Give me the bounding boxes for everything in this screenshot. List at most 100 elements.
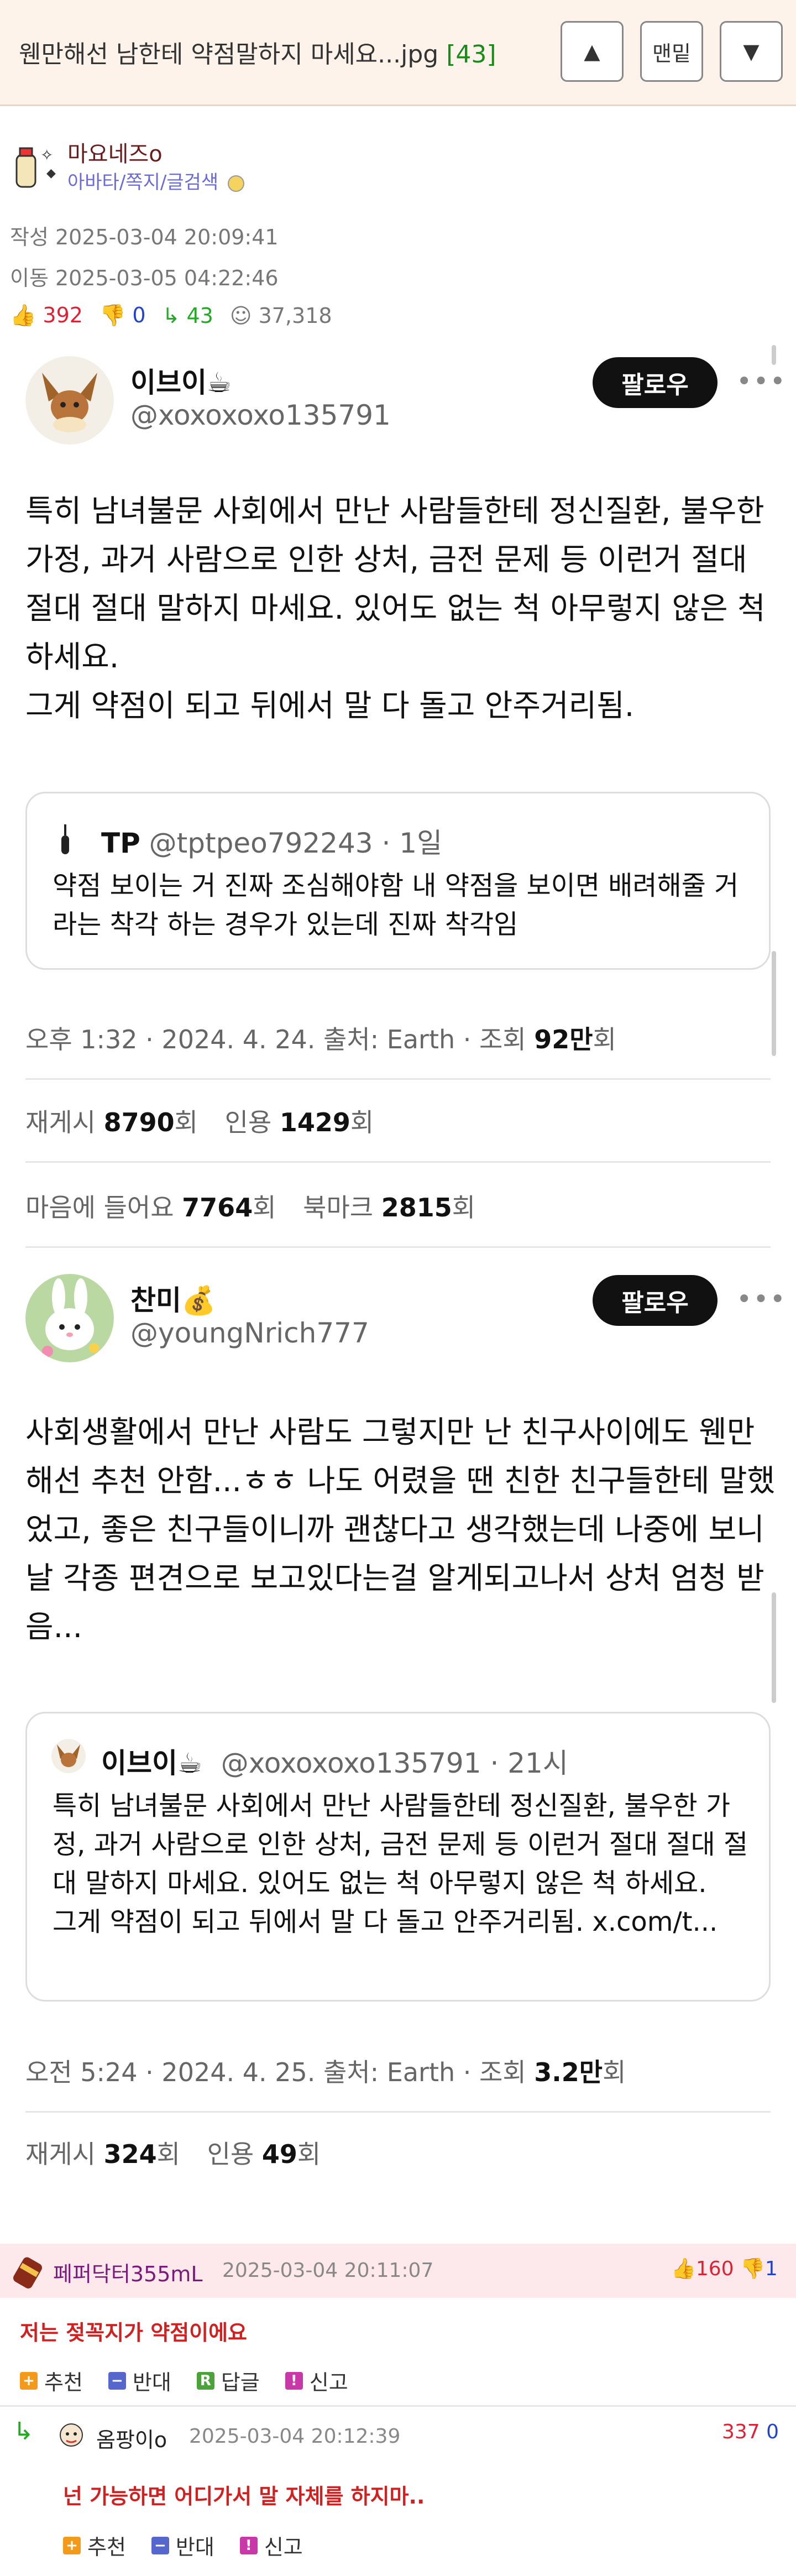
comment-down-count: 1 xyxy=(764,2258,778,2280)
divider xyxy=(25,2111,771,2113)
tweet1-body: 특히 남녀불문 사회에서 만난 사람들한테 정신질환, 불우한 가정, 과거 사… xyxy=(25,487,777,730)
tweet1-likes[interactable]: 마음에 들어요 7764회 북마크 2815회 xyxy=(25,1188,475,1224)
tweet1-meta-text: 오후 1:32 · 2024. 4. 24. 출처: Earth · 조회 xyxy=(25,1025,535,1054)
report-label: 신고 xyxy=(309,2370,348,2395)
quote-header: TP @tptpeo792243 · 1일 xyxy=(101,821,442,861)
tweet2-name[interactable]: 찬미💰 xyxy=(130,1278,216,1318)
top-bar: 웬만해선 남한테 약점말하지 마세요...jpg [43] ▲ 맨밑 ▼ xyxy=(0,0,796,106)
quote-label: 인용 xyxy=(207,2139,262,2169)
unit: 회 xyxy=(156,2139,180,2169)
oppose-button[interactable]: − 반대 xyxy=(108,2365,171,2396)
downvote-count: 0 xyxy=(132,303,146,327)
recommend-button[interactable]: + 추천 xyxy=(20,2365,83,2396)
retweet-label: 재게시 xyxy=(25,1107,104,1137)
tweet2-follow-button[interactable]: 팔로우 xyxy=(593,1275,718,1326)
comment-votes: 👍160 👎1 xyxy=(671,2257,778,2280)
svg-text:✧: ✧ xyxy=(40,146,53,164)
reply-count: 43 xyxy=(186,303,213,328)
scrollbar-lower[interactable] xyxy=(772,951,776,1056)
view-icon: ☺ xyxy=(229,303,252,328)
thumbs-up-icon: 👍 xyxy=(671,2258,696,2280)
scrollbar[interactable] xyxy=(772,345,776,365)
tweet1-views-unit: 회 xyxy=(593,1025,616,1054)
comment-down-count: 0 xyxy=(766,2421,779,2443)
tweet1-body-text: 특히 남녀불문 사회에서 만난 사람들한테 정신질환, 불우한 가정, 과거 사… xyxy=(25,493,766,723)
thumbs-down-icon: 👎 xyxy=(740,2258,765,2280)
tweet1-follow-button[interactable]: 팔로우 xyxy=(593,357,718,408)
more-options-icon[interactable]: ••• xyxy=(736,366,787,397)
tweet1-avatar[interactable] xyxy=(25,356,114,445)
minus-icon: − xyxy=(151,2536,169,2554)
view-count: 37,318 xyxy=(258,303,332,328)
upvote-stat: 👍 392 xyxy=(10,303,83,328)
comment-up-count: 160 xyxy=(695,2258,734,2280)
tweet1-handle[interactable]: @xoxoxoxo135791 xyxy=(130,399,391,431)
retweet-count: 8790 xyxy=(103,1107,175,1137)
report-button[interactable]: ! 신고 xyxy=(239,2530,303,2561)
quote-body: 약점 보이는 거 진짜 조심해야함 내 약점을 보이면 배려해줄 거라는 착각 … xyxy=(53,870,739,940)
post-title-text: 웬만해선 남한테 약점말하지 마세요...jpg xyxy=(19,40,439,69)
badge-icon xyxy=(227,175,244,192)
comment-author[interactable]: 페퍼닥터355mL xyxy=(53,2257,203,2287)
tweet2-avatar[interactable] xyxy=(25,1274,114,1362)
quote-name: TP xyxy=(101,827,140,859)
quote-handle: @xoxoxoxo135791 · 21시 xyxy=(221,1747,568,1779)
tweet2-body-text: 사회생활에서 만난 사람도 그렇지만 난 친구사이에도 웬만해선 추천 안함..… xyxy=(25,1414,776,1644)
tweet2-views-unit: 회 xyxy=(603,2057,626,2087)
tweet1-views: 92만 xyxy=(534,1025,593,1054)
divider xyxy=(25,1078,771,1080)
go-bottom-button[interactable]: 맨밑 xyxy=(640,21,703,82)
comment-count[interactable]: [43] xyxy=(446,40,496,69)
quote-count: 1429 xyxy=(279,1107,350,1137)
downvote-stat: 👎 0 xyxy=(100,303,146,328)
post-stats: 👍 392 👎 0 ↳ 43 ☺ 37,318 xyxy=(10,303,332,328)
comment-date: 2025-03-04 20:12:39 xyxy=(189,2425,401,2448)
reply-icon: R xyxy=(196,2371,214,2390)
bookmark-label: 북마크 xyxy=(303,1193,381,1222)
unit: 회 xyxy=(174,1107,198,1137)
comment-up-count: 337 xyxy=(722,2421,760,2443)
quote-avatar xyxy=(51,1739,86,1773)
report-button[interactable]: ! 신고 xyxy=(285,2365,348,2396)
tweet2-body: 사회생활에서 만난 사람도 그렇지만 난 친구사이에도 웬만해선 추천 안함..… xyxy=(25,1408,777,1651)
like-count: 7764 xyxy=(182,1193,253,1222)
divider xyxy=(25,1246,771,1248)
soda-can-icon xyxy=(13,2257,43,2288)
tweet1-name[interactable]: 이브이☕ xyxy=(130,360,232,400)
tweet2-handle[interactable]: @youngNrich777 xyxy=(130,1317,369,1349)
tweet1-retweets[interactable]: 재게시 8790회 인용 1429회 xyxy=(25,1102,374,1139)
author-icon: ✧ ◆ xyxy=(15,146,56,188)
comment-date: 2025-03-04 20:11:07 xyxy=(222,2259,434,2282)
unit: 회 xyxy=(350,1107,374,1137)
scroll-down-button[interactable]: ▼ xyxy=(720,21,783,82)
written-date: 작성 2025-03-04 20:09:41 xyxy=(10,225,279,249)
triangle-up-icon: ▲ xyxy=(584,39,600,64)
comment-text: 저는 젖꼭지가 약점이에요 xyxy=(20,2321,248,2345)
unit: 회 xyxy=(253,1193,276,1222)
oppose-label: 반대 xyxy=(132,2370,171,2395)
author-links[interactable]: 아바타/쪽지/글검색 xyxy=(67,167,244,194)
comment-author[interactable]: 옴팡이o xyxy=(96,2423,167,2453)
comment-actions: + 추천 − 반대 R 답글 ! 신고 xyxy=(20,2365,348,2396)
quote-avatar xyxy=(53,824,78,854)
quote-header: 이브이☕ @xoxoxoxo135791 · 21시 xyxy=(101,1741,568,1781)
reply-arrow-icon: ↳ xyxy=(162,303,180,328)
tweet2-retweets[interactable]: 재게시 324회 인용 49회 xyxy=(25,2134,321,2171)
quote-label: 인용 xyxy=(224,1107,280,1137)
bookmark-count: 2815 xyxy=(381,1193,452,1222)
scroll-up-button[interactable]: ▲ xyxy=(561,21,624,82)
tweet1-quote[interactable]: TP @tptpeo792243 · 1일 약점 보이는 거 진짜 조심해야함 … xyxy=(25,792,771,970)
author-links-text[interactable]: 아바타/쪽지/글검색 xyxy=(67,171,218,194)
reply-button[interactable]: R 답글 xyxy=(196,2365,260,2396)
scrollbar-lower-2[interactable] xyxy=(772,1592,776,1703)
recommend-label: 추천 xyxy=(87,2535,126,2559)
oppose-button[interactable]: − 반대 xyxy=(151,2530,214,2561)
svg-text:◆: ◆ xyxy=(46,166,56,180)
author-name[interactable]: 마요네즈o xyxy=(67,136,163,168)
more-options-icon[interactable]: ••• xyxy=(736,1284,787,1315)
tweet2-quote[interactable]: 이브이☕ @xoxoxoxo135791 · 21시 특히 남녀불문 사회에서 … xyxy=(25,1712,771,2002)
divider xyxy=(25,1161,771,1163)
triangle-down-icon: ▼ xyxy=(743,39,760,64)
recommend-button[interactable]: + 추천 xyxy=(63,2530,126,2561)
moved-date: 이동 2025-03-05 04:22:46 xyxy=(10,266,279,290)
